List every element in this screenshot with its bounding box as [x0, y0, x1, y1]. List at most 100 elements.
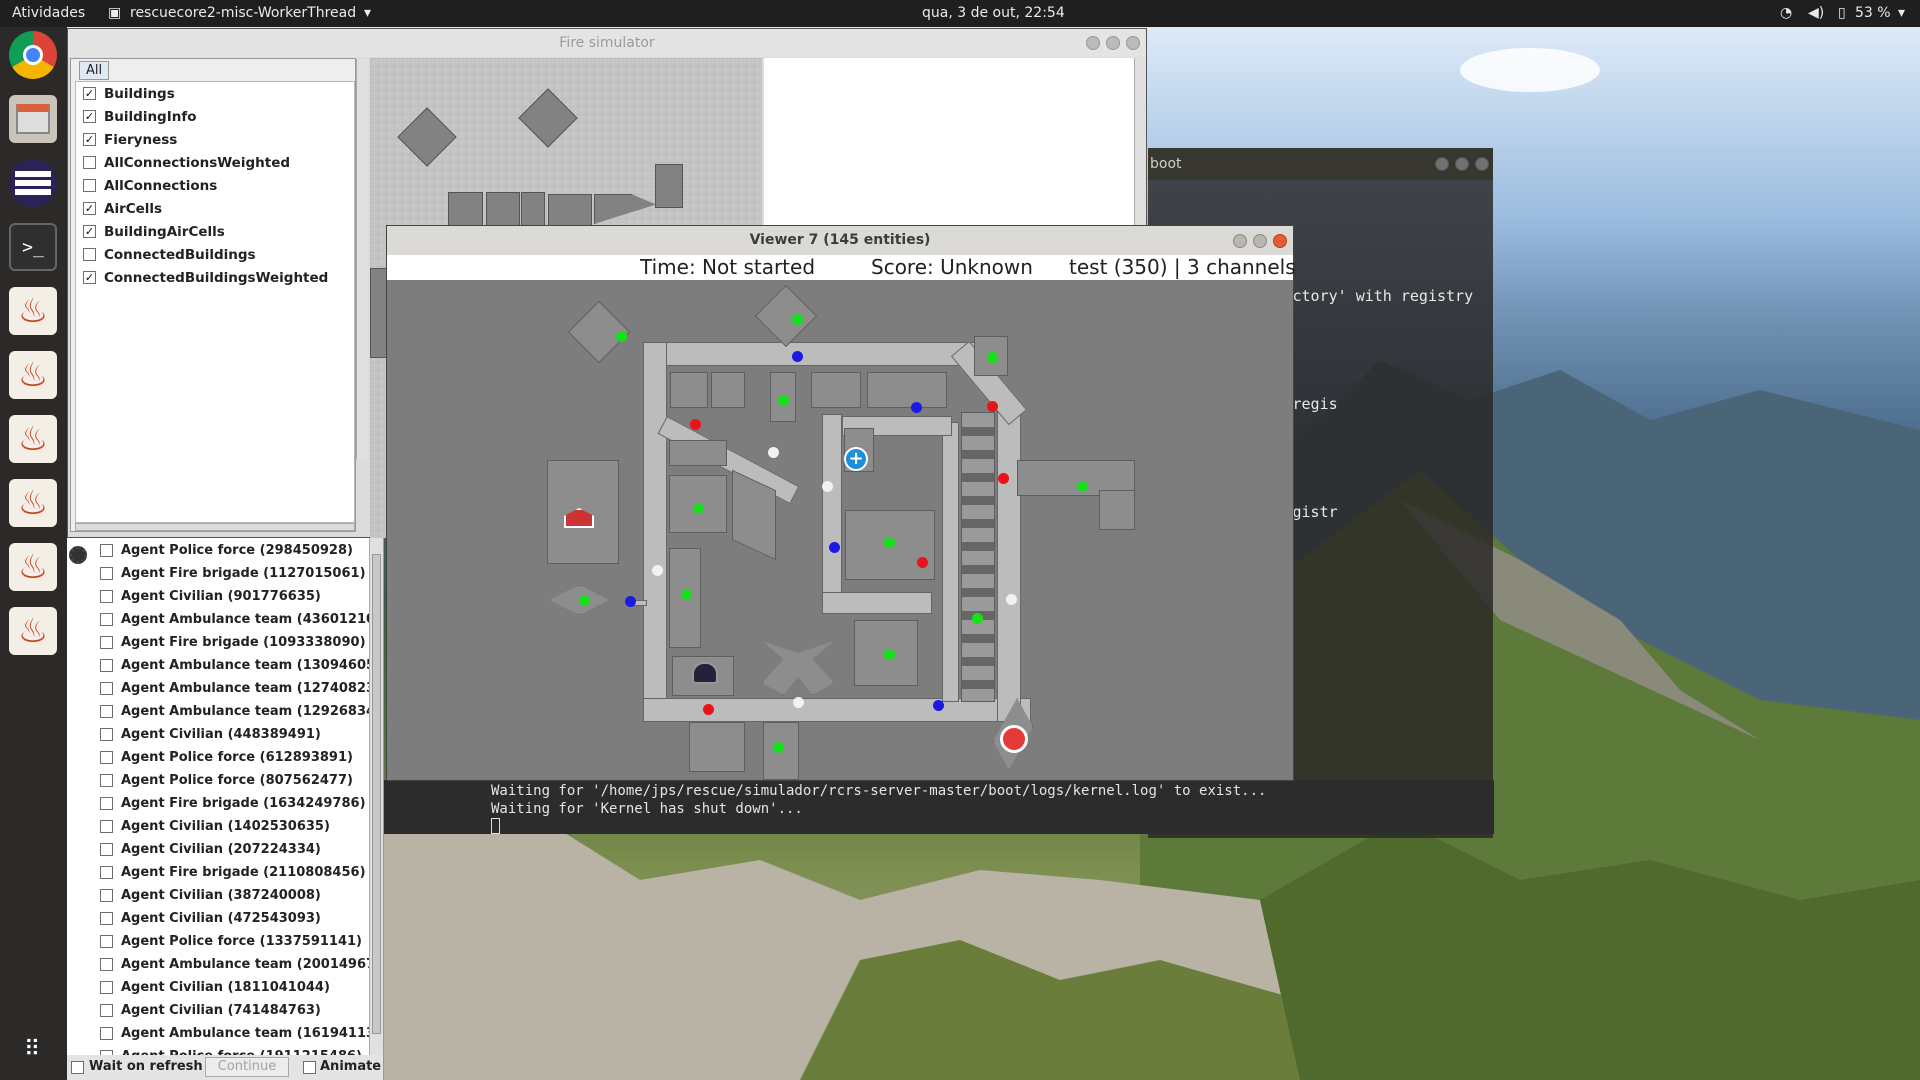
horizontal-scrollbar[interactable] [75, 523, 355, 531]
checkbox[interactable]: ✓ [83, 133, 96, 146]
agent-checkbox[interactable] [100, 1027, 113, 1040]
agent-checkbox[interactable] [100, 958, 113, 971]
ambulance-agent[interactable] [681, 589, 692, 600]
checkbox[interactable]: ✓ [83, 202, 96, 215]
police-agent[interactable] [829, 542, 840, 553]
clock[interactable]: qua, 3 de out, 22:54 [922, 5, 1065, 21]
police-agent[interactable] [792, 351, 803, 362]
agent-checkbox[interactable] [100, 613, 113, 626]
agent-checkbox[interactable] [100, 682, 113, 695]
agent-checkbox[interactable] [100, 590, 113, 603]
system-menu-chevron-icon[interactable]: ▾ [1898, 5, 1905, 21]
layer-connectedbuildingsweighted[interactable]: ✓ ConnectedBuildingsWeighted [83, 266, 328, 289]
window-titlebar[interactable]: Fire simulator [68, 29, 1146, 57]
vertical-scrollbar[interactable] [356, 59, 368, 459]
agent-list-item[interactable]: Agent Fire brigade (1093338090) [100, 631, 366, 654]
layer-fieryness[interactable]: ✓ Fieryness [83, 128, 177, 151]
java-app-icon[interactable]: ♨ [9, 479, 57, 527]
fire-agent[interactable] [998, 473, 1009, 484]
police-agent[interactable] [911, 402, 922, 413]
agent-checkbox[interactable] [100, 866, 113, 879]
checkbox[interactable] [83, 179, 96, 192]
police-agent[interactable] [933, 700, 944, 711]
wifi-icon[interactable]: ◔ [1780, 5, 1792, 21]
map-canvas[interactable]: + [387, 280, 1293, 780]
agent-checkbox[interactable] [100, 889, 113, 902]
agent-list-item[interactable]: Agent Police force (1911215486) [100, 1045, 362, 1055]
agent-checkbox[interactable] [100, 797, 113, 810]
agent-list-item[interactable]: Agent Ambulance team (1274082361 [100, 677, 369, 700]
agent-list-item[interactable]: Agent Civilian (448389491) [100, 723, 321, 746]
agent-list-item[interactable]: Agent Police force (1337591141) [100, 930, 362, 953]
window-titlebar[interactable]: Viewer 7 (145 entities) [387, 226, 1293, 255]
maximize-icon[interactable] [1106, 36, 1120, 50]
agent-checkbox[interactable] [100, 1004, 113, 1017]
agent-list-item[interactable]: Agent Police force (807562477) [100, 769, 353, 792]
agent-list-item[interactable]: Agent Civilian (472543093) [100, 907, 321, 930]
java-app-icon[interactable]: ♨ [9, 287, 57, 335]
agent-list-item[interactable]: Agent Ambulance team (436012102) [100, 608, 369, 631]
close-icon[interactable] [1475, 157, 1489, 171]
java-app-icon[interactable]: ♨ [9, 543, 57, 591]
agent-checkbox[interactable] [100, 935, 113, 948]
battery-icon[interactable]: ▯ [1838, 5, 1846, 21]
agent-checkbox[interactable] [100, 981, 113, 994]
close-icon[interactable] [1273, 234, 1287, 248]
police-agent[interactable] [625, 596, 636, 607]
checkbox[interactable]: ✓ [83, 225, 96, 238]
tab-all[interactable]: All [79, 61, 109, 80]
viewer-window[interactable]: Viewer 7 (145 entities) Time: Not starte… [386, 225, 1296, 781]
ambulance-agent[interactable] [972, 613, 983, 624]
gear-icon[interactable] [69, 546, 87, 564]
animate-checkbox[interactable] [303, 1061, 316, 1074]
layer-allconnections[interactable]: AllConnections [83, 174, 217, 197]
fire-agent[interactable] [917, 557, 928, 568]
agent-list-item[interactable]: Agent Ambulance team (129268349) [100, 700, 369, 723]
agent-list-item[interactable]: Agent Police force (612893891) [100, 746, 353, 769]
agent-checkbox[interactable] [100, 728, 113, 741]
agent-checkbox[interactable] [100, 705, 113, 718]
minimize-icon[interactable] [1435, 157, 1449, 171]
agent-list-item[interactable]: Agent Ambulance team (1619411319 [100, 1022, 369, 1045]
layer-buildinginfo[interactable]: ✓ BuildingInfo [83, 105, 197, 128]
agent-list-item[interactable]: Agent Civilian (1811041044) [100, 976, 330, 999]
agent-checkbox[interactable] [100, 567, 113, 580]
police-office-icon[interactable] [692, 662, 718, 684]
agent-list-item[interactable]: Agent Civilian (901776635) [100, 585, 321, 608]
agent-list-item[interactable]: Agent Ambulance team (2001496744 [100, 953, 369, 976]
kernel-log-terminal[interactable]: Waiting for '/home/jps/rescue/simulador/… [384, 780, 1494, 834]
continue-button[interactable]: Continue [205, 1057, 289, 1077]
agent-list-item[interactable]: Agent Police force (298450928) [100, 539, 353, 562]
ambulance-agent[interactable] [579, 595, 590, 606]
ambulance-agent[interactable] [773, 742, 784, 753]
app-menu[interactable]: rescuecore2-misc-WorkerThread [130, 5, 356, 21]
files-icon[interactable] [9, 95, 57, 143]
civilian-agent[interactable] [1006, 594, 1017, 605]
scroll-thumb[interactable] [372, 554, 381, 1034]
agent-checkbox[interactable] [100, 820, 113, 833]
checkbox[interactable] [83, 248, 96, 261]
ambulance-centre-icon[interactable]: + [844, 447, 868, 471]
ambulance-agent[interactable] [792, 314, 803, 325]
chrome-icon[interactable] [9, 31, 57, 79]
ambulance-agent[interactable] [616, 331, 627, 342]
java-app-icon[interactable]: ♨ [9, 351, 57, 399]
agent-checkbox[interactable] [100, 751, 113, 764]
agent-list-item[interactable]: Agent Fire brigade (1127015061) [100, 562, 366, 585]
agent-checkbox[interactable] [100, 636, 113, 649]
activities-button[interactable]: Atividades [12, 5, 85, 21]
checkbox[interactable] [83, 156, 96, 169]
agent-checkbox[interactable] [100, 912, 113, 925]
terminal-icon[interactable]: >_ [9, 223, 57, 271]
close-icon[interactable] [1126, 36, 1140, 50]
volume-icon[interactable]: ◀) [1808, 5, 1824, 21]
maximize-icon[interactable] [1455, 157, 1469, 171]
agent-checkbox[interactable] [100, 544, 113, 557]
minimize-icon[interactable] [1086, 36, 1100, 50]
vertical-scrollbar[interactable] [369, 538, 383, 1055]
agent-list-item[interactable]: Agent Civilian (207224334) [100, 838, 321, 861]
java-app-icon[interactable]: ♨ [9, 607, 57, 655]
civilian-agent[interactable] [652, 565, 663, 576]
agent-list-item[interactable]: Agent Fire brigade (2110808456) [100, 861, 366, 884]
layer-connectedbuildings[interactable]: ConnectedBuildings [83, 243, 256, 266]
